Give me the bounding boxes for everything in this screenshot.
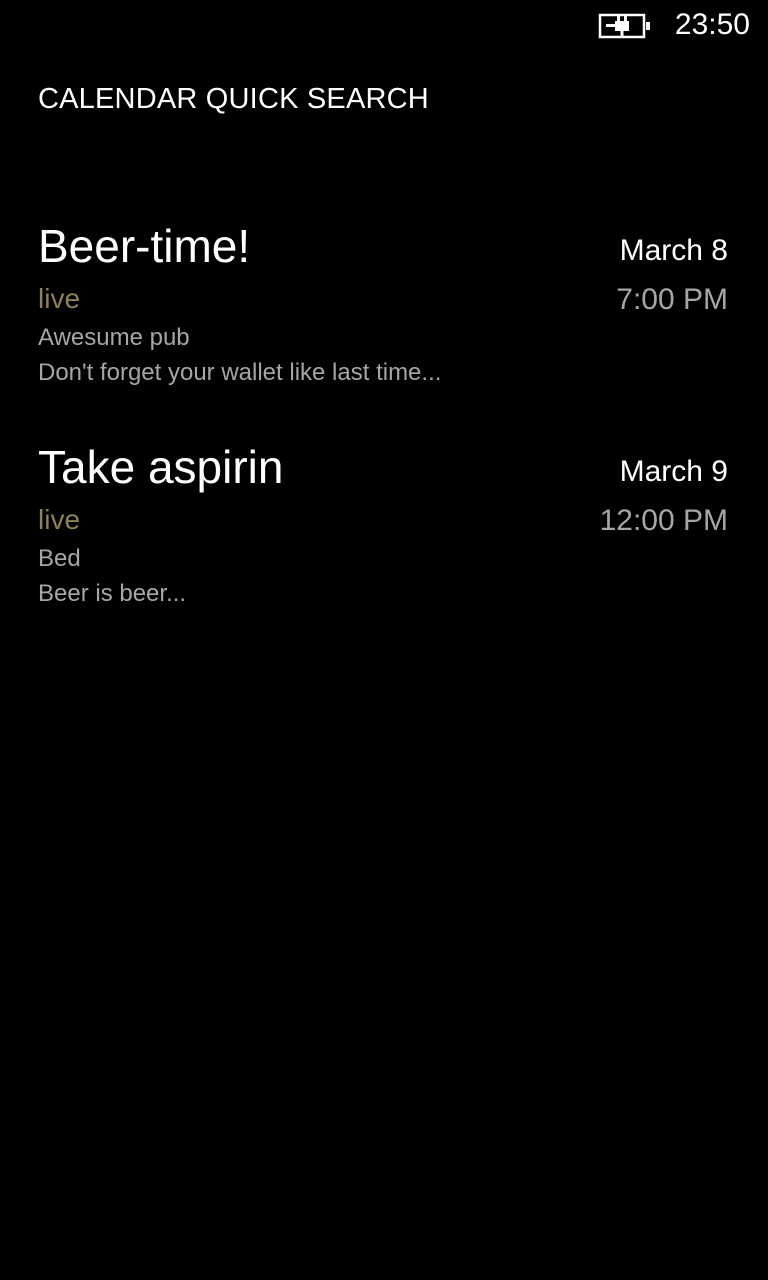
- event-time: 7:00 PM: [616, 283, 728, 316]
- event-title: Beer-time!: [38, 220, 251, 272]
- event-calendar: live: [38, 504, 81, 535]
- battery-charging-icon: [598, 13, 650, 39]
- event-title: Take aspirin: [38, 441, 284, 493]
- event-location: Awesume pub: [38, 324, 190, 351]
- event-location: Bed: [38, 545, 81, 572]
- event-date: March 8: [619, 234, 728, 267]
- search-results-list: Beer-time! live Awesume pub Don't forget…: [38, 218, 728, 660]
- page-title: CALENDAR QUICK SEARCH: [38, 83, 429, 115]
- event-time: 12:00 PM: [599, 504, 728, 537]
- status-bar: 23:50: [0, 0, 768, 48]
- status-clock: 23:50: [674, 8, 750, 41]
- event-notes: Don't forget your wallet like last time.…: [38, 359, 442, 386]
- event-date: March 9: [619, 455, 728, 488]
- event-notes: Beer is beer...: [38, 580, 187, 607]
- list-item-beer-time[interactable]: Beer-time! live Awesume pub Don't forget…: [38, 218, 728, 439]
- list-item-take-aspirin[interactable]: Take aspirin live Bed Beer is beer... Ma…: [38, 439, 728, 660]
- event-calendar: live: [38, 283, 81, 314]
